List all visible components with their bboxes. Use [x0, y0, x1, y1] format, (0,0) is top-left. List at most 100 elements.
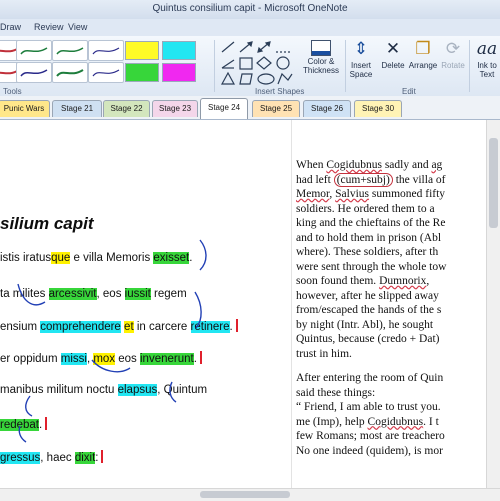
- section-tab-punic-wars[interactable]: Punic Wars: [0, 100, 50, 117]
- ribbon-separator: [469, 40, 470, 92]
- insert-space-icon: ⇕: [353, 39, 369, 58]
- translation-text: me (Imp), help: [296, 415, 368, 428]
- insert-shapes-group-label: Insert Shapes: [255, 87, 305, 96]
- scrollbar-thumb[interactable]: [200, 491, 290, 498]
- arrange-button[interactable]: ❐ Arrange: [408, 39, 438, 70]
- proper-noun: Dumnorix: [379, 275, 427, 287]
- color-swatch-icon: [311, 40, 331, 56]
- scrollbar-thumb[interactable]: [489, 138, 498, 228]
- translation-text: sadly and: [381, 159, 432, 171]
- tab-view[interactable]: View: [68, 22, 87, 32]
- horizontal-scrollbar[interactable]: [0, 488, 500, 501]
- section-tab-stage-21[interactable]: Stage 21: [52, 100, 102, 117]
- translation-line: king and the chieftains of the Re: [296, 216, 500, 231]
- tab-review[interactable]: Review: [34, 22, 64, 32]
- section-tab-stage-24[interactable]: Stage 24: [200, 98, 248, 119]
- yellow-highlighter[interactable]: [125, 41, 159, 60]
- pen-gallery-item[interactable]: [16, 62, 52, 83]
- page-divider: [291, 120, 292, 488]
- delete-button[interactable]: ✕ Delete: [378, 39, 408, 70]
- shapes-gallery[interactable]: [220, 40, 298, 86]
- proper-noun: Cogidubnus: [326, 159, 382, 171]
- window-title: Quintus consilium capit - Microsoft OneN…: [152, 3, 348, 14]
- translation-text: . I t: [423, 415, 439, 428]
- delete-icon: ✕: [385, 39, 401, 58]
- pen-stroke-icon: [56, 47, 84, 55]
- insert-space-label: Insert Space: [349, 61, 373, 79]
- pen-stroke-icon: [92, 47, 120, 55]
- thickness-label: Thickness: [302, 66, 339, 75]
- translation-line: “ Friend, I am able to trust you.: [296, 400, 500, 415]
- translation-text: After entering the room of Quin: [296, 372, 444, 384]
- translation-text: soon found them.: [296, 275, 380, 287]
- translation-line: and to hold them in prison (Abl: [296, 231, 500, 246]
- cyan-highlighter[interactable]: [162, 41, 196, 60]
- title-bar: Quintus consilium capit - Microsoft OneN…: [0, 0, 500, 19]
- translation-line: me (Imp), help Cogidubnus. I t: [296, 415, 500, 430]
- translation-text: said these things:: [296, 386, 376, 399]
- pen-stroke-icon: [56, 69, 84, 77]
- translation-line: said these things:: [296, 386, 500, 401]
- circled-annotation: (cum+subj): [333, 172, 393, 187]
- proper-noun: Cogidubnus: [367, 415, 424, 428]
- translation-line: soldiers. He ordered them to a: [296, 202, 500, 217]
- vertical-scrollbar[interactable]: [486, 120, 500, 488]
- translation-line: had left (cum+subj) the villa of: [296, 172, 500, 188]
- translation-text: had left: [296, 173, 334, 186]
- translation-line: however, after he slipped away: [296, 289, 500, 304]
- translation-text: by night (Intr. Abl), he sought: [296, 318, 434, 331]
- pen-gallery-item[interactable]: [52, 62, 88, 83]
- section-tab-stage-22[interactable]: Stage 22: [103, 100, 150, 117]
- translation-line: Quintus, because (credo + Dat): [296, 332, 500, 347]
- translation-text: and to hold them in prison (Abl: [296, 231, 442, 244]
- translation-line: where). These soldiers, after th: [296, 245, 500, 260]
- pen-gallery-item[interactable]: [16, 40, 52, 61]
- translation-text: Quintus, because (credo + Dat): [296, 333, 440, 345]
- rotate-label: Rotate: [441, 61, 465, 70]
- ribbon-tabs: Draw Review View: [0, 19, 500, 36]
- pen-stroke-icon: [20, 69, 48, 77]
- magenta-highlighter[interactable]: [162, 63, 196, 82]
- translation-line: No one indeed (quidem), is mor: [296, 444, 500, 459]
- pen-gallery-item[interactable]: [88, 40, 124, 61]
- pen-stroke-icon: [92, 69, 120, 77]
- translation-line: After entering the room of Quin: [296, 371, 500, 386]
- ink-to-text-button[interactable]: aa Ink to Text: [472, 39, 500, 79]
- pen-gallery-item[interactable]: [52, 40, 88, 61]
- translation-text: king and the chieftains of the Re: [296, 217, 446, 229]
- arrange-label: Arrange: [408, 61, 438, 70]
- translation-text: trust in him.: [296, 347, 352, 360]
- translation-text: from/escaped the hands of the s: [296, 304, 442, 316]
- latin-text-panel: silium capit istis iratusque e villa Mem…: [0, 120, 290, 488]
- translation-line: Memor, Salvius summoned fifty: [296, 187, 500, 202]
- translation-text: No one indeed (quidem), is mor: [296, 444, 443, 457]
- translation-paragraph-1: When Cogidubnus sadly and ag had left (cu…: [296, 158, 500, 361]
- translation-text: where). These soldiers, after th: [296, 246, 439, 258]
- section-tab-stage-26[interactable]: Stage 26: [303, 100, 351, 117]
- tools-group-label: Tools: [3, 87, 22, 96]
- proper-noun: Salvius: [335, 188, 370, 200]
- edit-group-label: Edit: [402, 87, 416, 96]
- arrange-icon: ❐: [415, 39, 431, 58]
- delete-label: Delete: [381, 61, 405, 70]
- ribbon-separator: [214, 40, 215, 92]
- pen-gallery-item[interactable]: [88, 62, 124, 83]
- translation-paragraph-2: After entering the room of Quin said thes…: [296, 371, 500, 458]
- ribbon: Insert Shapes Tools Color & Thickness ⇕ …: [0, 36, 500, 97]
- section-tab-stage-23[interactable]: Stage 23: [152, 100, 198, 117]
- section-tabs-bar: Punic Wars Stage 21 Stage 22 Stage 23 St…: [0, 96, 500, 120]
- translation-text: ,: [426, 275, 430, 287]
- pen-stroke-icon: [20, 47, 48, 55]
- translation-line: by night (Intr. Abl), he sought: [296, 318, 500, 333]
- section-tab-stage-25[interactable]: Stage 25: [252, 100, 300, 117]
- color-thickness-button[interactable]: Color & Thickness: [301, 39, 341, 75]
- insert-space-button[interactable]: ⇕ Insert Space: [348, 39, 374, 79]
- tab-draw[interactable]: Draw: [0, 22, 21, 32]
- rotate-icon: ⟳: [445, 39, 461, 58]
- ink-annotations: [17, 239, 207, 443]
- translation-text: few Romans; most are treachero: [296, 430, 445, 442]
- translation-line: were sent through the whole tow: [296, 260, 500, 275]
- green-highlighter[interactable]: [125, 63, 159, 82]
- rotate-button[interactable]: ⟳ Rotate: [440, 39, 466, 70]
- section-tab-stage-30[interactable]: Stage 30: [354, 100, 402, 117]
